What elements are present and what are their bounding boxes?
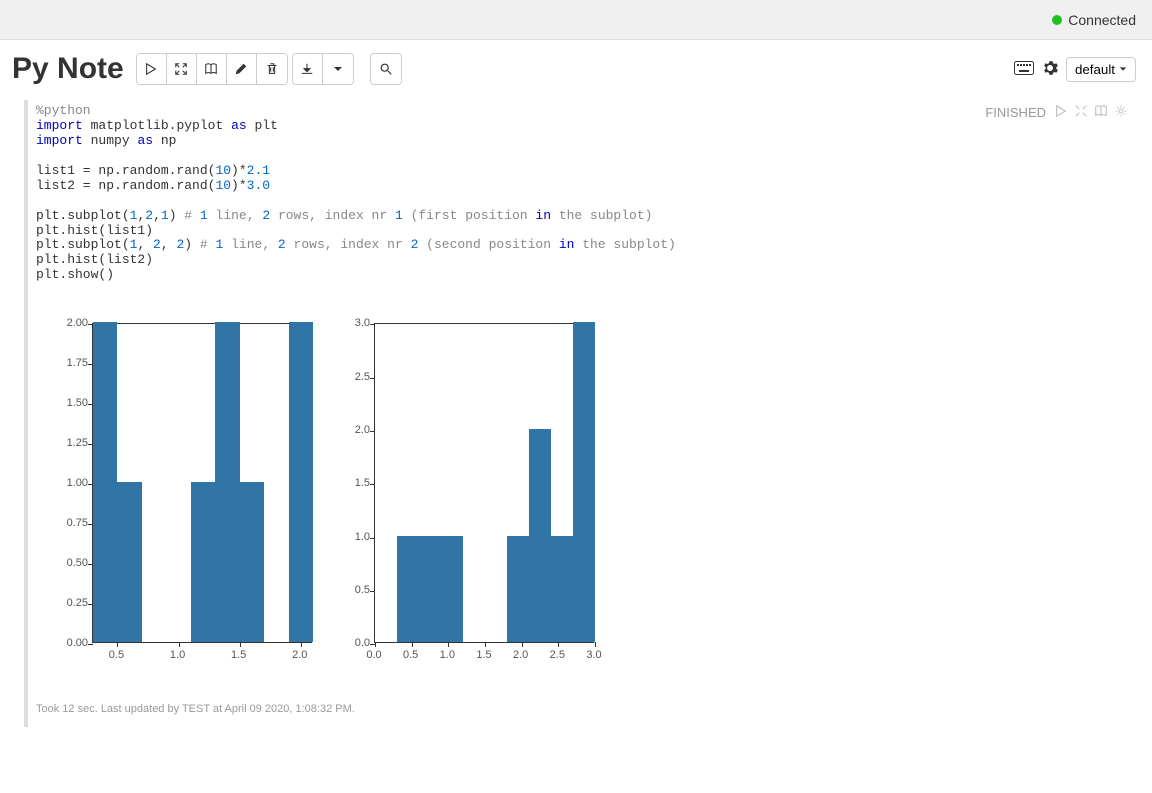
paragraph-container: FINISHED %python import matplotlib.pyplo…: [0, 100, 1152, 737]
y-tick-label: 1.25: [56, 437, 88, 449]
hist-bar: [289, 322, 313, 642]
hist-bar: [191, 482, 215, 642]
clear-output-button[interactable]: [257, 54, 287, 84]
keyboard-shortcuts-button[interactable]: [1014, 61, 1034, 78]
paragraph-action-icons: [1054, 104, 1128, 121]
y-tick-label: 0.00: [56, 637, 88, 649]
paragraph-run-button[interactable]: [1054, 104, 1068, 121]
caret-down-icon: [333, 64, 343, 74]
plot-frame: [92, 323, 312, 643]
download-menu-button[interactable]: [323, 54, 353, 84]
mode-selector-label: default: [1075, 62, 1115, 77]
search-group: [370, 53, 402, 85]
connection-status-label: Connected: [1068, 12, 1136, 28]
paragraph-settings-button[interactable]: [1114, 104, 1128, 121]
hist-bar: [441, 536, 463, 643]
x-tick-label: 1.0: [168, 649, 188, 661]
hist-bar: [117, 482, 141, 642]
x-tick-label: 0.5: [401, 649, 421, 661]
caret-down-icon: [1119, 65, 1127, 73]
search-button[interactable]: [371, 54, 401, 84]
hist-bar: [240, 482, 264, 642]
code-magic: %python: [36, 103, 91, 118]
hide-output-button[interactable]: [167, 54, 197, 84]
trash-icon: [265, 62, 279, 76]
edit-button[interactable]: [227, 54, 257, 84]
code-editor[interactable]: %python import matplotlib.pyplot as plt …: [36, 104, 1120, 283]
hist-bar: [215, 322, 239, 642]
plot-frame: [374, 323, 594, 643]
status-dot-icon: [1052, 15, 1062, 25]
run-all-button[interactable]: [137, 54, 167, 84]
subplot-2: 0.00.51.01.52.02.53.00.00.51.01.52.02.53…: [338, 323, 598, 667]
top-status-bar: Connected: [0, 0, 1152, 40]
gear-icon: [1114, 104, 1128, 118]
pencil-icon: [234, 62, 248, 76]
export-group: [292, 53, 354, 85]
x-tick-label: 2.0: [290, 649, 310, 661]
paragraph-collapse-button[interactable]: [1074, 104, 1088, 121]
y-tick-label: 2.5: [338, 371, 370, 383]
collapse-icon: [174, 62, 188, 76]
settings-button[interactable]: [1042, 60, 1058, 79]
hist-bar: [93, 322, 117, 642]
subplot-1: 0.000.250.500.751.001.251.501.752.000.51…: [56, 323, 316, 667]
x-tick-label: 2.0: [511, 649, 531, 661]
y-tick-label: 3.0: [338, 317, 370, 329]
hist-bar: [551, 536, 573, 643]
y-tick-label: 0.75: [56, 517, 88, 529]
paragraph: FINISHED %python import matplotlib.pyplo…: [24, 100, 1128, 727]
run-controls-group: [136, 53, 288, 85]
output-chart-area: 0.000.250.500.751.001.251.501.752.000.51…: [36, 323, 1120, 667]
y-tick-label: 1.75: [56, 357, 88, 369]
y-tick-label: 0.5: [338, 584, 370, 596]
search-icon: [379, 62, 393, 76]
download-icon: [300, 62, 314, 76]
book-icon: [204, 62, 218, 76]
hist-bar: [507, 536, 529, 643]
mode-selector-button[interactable]: default: [1066, 57, 1136, 82]
y-tick-label: 2.00: [56, 317, 88, 329]
y-tick-label: 0.25: [56, 597, 88, 609]
gear-icon: [1042, 60, 1058, 76]
y-tick-label: 1.0: [338, 531, 370, 543]
hist-bar: [529, 429, 551, 642]
x-tick-label: 0.5: [106, 649, 126, 661]
x-tick-label: 3.0: [584, 649, 604, 661]
play-icon: [144, 62, 158, 76]
y-tick-label: 2.0: [338, 424, 370, 436]
x-tick-label: 1.0: [437, 649, 457, 661]
y-tick-label: 0.50: [56, 557, 88, 569]
y-tick-label: 1.00: [56, 477, 88, 489]
paragraph-status-label: FINISHED: [985, 105, 1046, 120]
hist-bar: [397, 536, 419, 643]
notebook-title: Py Note: [12, 52, 124, 86]
header-right-controls: default: [1014, 57, 1136, 82]
hist-bar: [573, 322, 595, 642]
book-icon: [1094, 104, 1108, 118]
collapse-icon: [1074, 104, 1088, 118]
notebook-header: Py Note: [0, 40, 1152, 100]
x-tick-label: 1.5: [229, 649, 249, 661]
y-tick-label: 0.0: [338, 637, 370, 649]
keyboard-icon: [1014, 61, 1034, 75]
download-button[interactable]: [293, 54, 323, 84]
show-output-button[interactable]: [197, 54, 227, 84]
x-tick-label: 0.0: [364, 649, 384, 661]
paragraph-status-row: FINISHED: [985, 104, 1128, 121]
play-icon: [1054, 104, 1068, 118]
x-tick-label: 1.5: [474, 649, 494, 661]
x-tick-label: 2.5: [547, 649, 567, 661]
y-tick-label: 1.50: [56, 397, 88, 409]
hist-bar: [419, 536, 441, 643]
paragraph-book-button[interactable]: [1094, 104, 1108, 121]
y-tick-label: 1.5: [338, 477, 370, 489]
paragraph-footer: Took 12 sec. Last updated by TEST at Apr…: [36, 703, 1120, 723]
